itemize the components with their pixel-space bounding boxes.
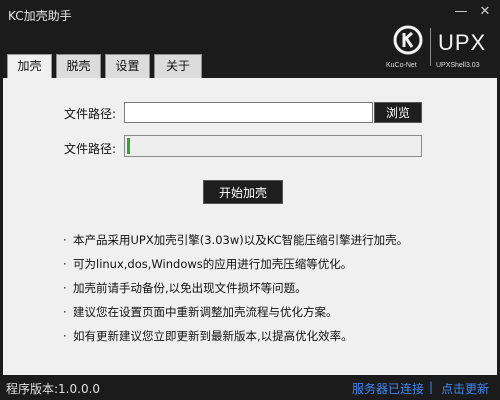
pack-panel: 文件路径: 浏览 文件路径: 开始加壳 · 本产品采用UPX加壳引擎(3.03w)… [3, 78, 497, 375]
tab-settings[interactable]: 设置 [105, 54, 150, 78]
note-text: 加壳前请手动备份,以免出现文件损坏等问题。 [73, 281, 307, 295]
start-pack-button[interactable]: 开始加壳 [203, 180, 283, 204]
bullet-icon: · [63, 305, 67, 319]
note-text: 可为linux,dos,Windows的应用进行加壳压缩等优化。 [73, 257, 353, 271]
product-logo: UPX [438, 30, 487, 55]
logo-divider [430, 28, 431, 66]
list-item: · 加壳前请手动备份,以免出现文件损坏等问题。 [63, 276, 483, 300]
server-status-link[interactable]: 服务器已连接 [352, 380, 424, 397]
brand-label: KuCo-Net [386, 62, 417, 69]
progress-bar [124, 135, 422, 157]
list-item: · 建议您在设置页面中重新调整加壳流程与优化方案。 [63, 300, 483, 324]
tab-about[interactable]: 关于 [154, 54, 202, 78]
file-path-label: 文件路径: [64, 107, 117, 121]
status-separator: | [429, 380, 434, 394]
notes-list: · 本产品采用UPX加壳引擎(3.03w)以及KC智能压缩引擎进行加壳。 · 可为l… [63, 228, 483, 348]
progress-label: 文件路径: [64, 142, 117, 156]
product-version-label: UPXShell3.03 [436, 62, 480, 69]
tab-unpack[interactable]: 脱壳 [56, 54, 101, 78]
note-text: 本产品采用UPX加壳引擎(3.03w)以及KC智能压缩引擎进行加壳。 [73, 233, 409, 247]
progress-fill [127, 138, 130, 154]
tab-pack[interactable]: 加壳 [7, 54, 52, 79]
note-text: 建议您在设置页面中重新调整加壳流程与优化方案。 [73, 305, 338, 319]
note-text: 如有更新建议您立即更新到最新版本,以提高优化效率。 [73, 329, 353, 343]
kuco-logo-icon [393, 25, 423, 55]
minimize-button[interactable]: — [452, 4, 470, 20]
close-button[interactable]: ✕ [476, 4, 494, 20]
list-item: · 本产品采用UPX加壳引擎(3.03w)以及KC智能压缩引擎进行加壳。 [63, 228, 483, 252]
status-bar: 程序版本:1.0.0.0 服务器已连接 | 点击更新 [0, 375, 500, 400]
list-item: · 可为linux,dos,Windows的应用进行加壳压缩等优化。 [63, 252, 483, 276]
version-label: 程序版本:1.0.0.0 [6, 382, 101, 396]
bullet-icon: · [63, 281, 67, 295]
list-item: · 如有更新建议您立即更新到最新版本,以提高优化效率。 [63, 324, 483, 348]
update-link[interactable]: 点击更新 [441, 380, 489, 397]
bullet-icon: · [63, 233, 67, 247]
title-bar: KC加壳助手 — ✕ KuCo-Net UPX UPXShell3.03 [0, 0, 500, 69]
file-path-input[interactable] [124, 102, 373, 123]
window-title: KC加壳助手 [8, 9, 72, 23]
browse-button[interactable]: 浏览 [374, 102, 422, 123]
bullet-icon: · [63, 257, 67, 271]
bullet-icon: · [63, 329, 67, 343]
